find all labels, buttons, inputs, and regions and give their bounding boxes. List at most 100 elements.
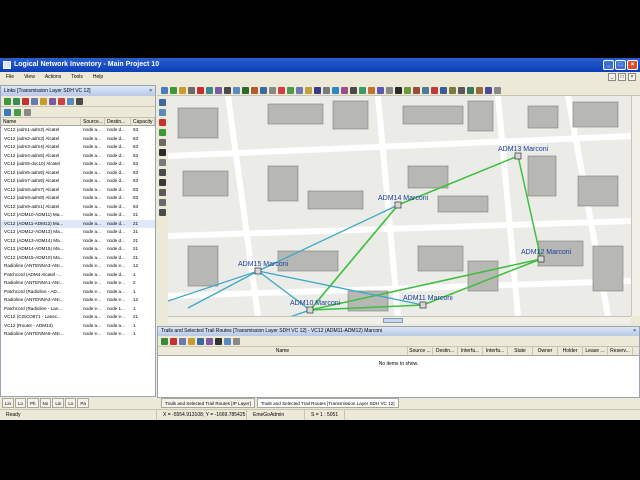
trail-filter-icon[interactable] <box>233 338 240 345</box>
tab-nodes[interactable]: No <box>39 398 52 408</box>
map-canvas[interactable]: ADM13 Marconi ADM14 Marconi ADM12 Marconi A… <box>168 96 631 316</box>
column-header-state[interactable]: State <box>508 347 533 355</box>
map-tool-icon[interactable] <box>440 87 447 94</box>
close-panel-icon[interactable]: × <box>633 327 636 336</box>
mdi-close-button[interactable]: × <box>628 73 636 81</box>
tab-physical[interactable]: Ph <box>27 398 39 408</box>
table-row[interactable]: VC12 (adm2-adm3) Alcatel node a... node d.… <box>1 135 155 144</box>
menu-tools[interactable]: Tools <box>71 72 83 83</box>
map-side-tool-icon[interactable] <box>159 209 166 216</box>
map-tool-icon[interactable] <box>314 87 321 94</box>
table-row[interactable]: Patchcord (Radioline - AD... node e... nod… <box>1 288 155 297</box>
node-icon[interactable] <box>394 201 402 209</box>
map-tool-icon[interactable] <box>269 87 276 94</box>
column-header-name[interactable]: Name <box>1 118 81 125</box>
map-tool-icon[interactable] <box>404 87 411 94</box>
table-row[interactable]: VC12 (CISCO871 - Lanec... node a... node e… <box>1 313 155 322</box>
map-side-tool-icon[interactable] <box>159 139 166 146</box>
maximize-button[interactable]: □ <box>615 60 626 70</box>
map-view[interactable]: ADM13 Marconi ADM14 Marconi ADM12 Marconi A… <box>168 96 631 316</box>
tab-logical[interactable]: Lo <box>15 398 27 408</box>
map-vertical-scrollbar[interactable] <box>631 96 640 316</box>
node-icon[interactable] <box>419 301 427 309</box>
map-tool-icon[interactable] <box>233 87 240 94</box>
tab-trails-ip[interactable]: Trails and Selected Trail Routes [IP Lay… <box>161 398 255 408</box>
trail-link-icon[interactable] <box>215 338 222 345</box>
new-link-icon[interactable] <box>4 98 11 105</box>
trail-group-icon[interactable] <box>206 338 213 345</box>
tab-patchcords[interactable]: Pa <box>77 398 89 408</box>
table-row[interactable]: VC12 (adm5-dxc10) Alcatel node a... node d… <box>1 160 155 169</box>
edit-icon[interactable] <box>40 98 47 105</box>
menu-view[interactable]: View <box>24 72 35 83</box>
map-side-tool-icon[interactable] <box>159 99 166 106</box>
trail-refresh-icon[interactable] <box>224 338 231 345</box>
map-tool-icon[interactable] <box>170 87 177 94</box>
copy-link-icon[interactable] <box>13 98 20 105</box>
map-tool-icon[interactable] <box>431 87 438 94</box>
column-header-source[interactable]: Source ... <box>408 347 433 355</box>
column-header-name[interactable]: Name <box>158 347 408 355</box>
trail-properties-icon[interactable] <box>179 338 186 345</box>
map-tool-icon[interactable] <box>323 87 330 94</box>
map-tool-icon[interactable] <box>350 87 357 94</box>
map-tool-icon[interactable] <box>458 87 465 94</box>
mdi-restore-button[interactable]: □ <box>618 73 626 81</box>
node-icon[interactable] <box>514 152 522 160</box>
menu-help[interactable]: Help <box>93 72 103 83</box>
route-icon[interactable] <box>49 98 56 105</box>
map-tool-icon[interactable] <box>260 87 267 94</box>
table-row[interactable]: VC12 (adm9-adm8) Alcatel node a... node d.… <box>1 194 155 203</box>
map-tool-icon[interactable] <box>287 87 294 94</box>
table-row[interactable]: VC12 (adm7-adm6) Alcatel node a... node d.… <box>1 177 155 186</box>
table-row[interactable]: Radioline (ANTENNA6-ANI... node e... node … <box>1 330 155 339</box>
table-row[interactable]: Radioline (ANTENNA3-ANI... node e... node … <box>1 262 155 271</box>
table-row[interactable]: Patchcord (Radioline - Lan... node e... no… <box>1 305 155 314</box>
map-tool-icon[interactable] <box>197 87 204 94</box>
tab-links-2[interactable]: Lin <box>52 398 65 408</box>
map-tool-icon[interactable] <box>305 87 312 94</box>
node-icon[interactable] <box>306 306 314 314</box>
map-side-tool-icon[interactable] <box>159 129 166 136</box>
map-tool-icon[interactable] <box>215 87 222 94</box>
delete-link-icon[interactable] <box>22 98 29 105</box>
column-header-source[interactable]: Source... <box>81 118 105 125</box>
map-tool-icon[interactable] <box>485 87 492 94</box>
map-tool-icon[interactable] <box>296 87 303 94</box>
map-tool-icon[interactable] <box>467 87 474 94</box>
column-header-holder[interactable]: Holder <box>558 347 583 355</box>
trail-route-icon[interactable] <box>197 338 204 345</box>
map-tool-icon[interactable] <box>395 87 402 94</box>
menu-actions[interactable]: Actions <box>45 72 61 83</box>
trail-add-icon[interactable] <box>161 338 168 345</box>
table-row[interactable]: Radioline (ANTENNA1-ANI... node e... node … <box>1 279 155 288</box>
map-tool-icon[interactable] <box>161 87 168 94</box>
table-row[interactable]: VC12 (ADM15-ADM10) Ma... node a... node d.… <box>1 254 155 263</box>
map-tool-icon[interactable] <box>242 87 249 94</box>
properties-icon[interactable] <box>31 98 38 105</box>
map-side-tool-icon[interactable] <box>159 149 166 156</box>
map-side-tool-icon[interactable] <box>159 109 166 116</box>
map-tool-icon[interactable] <box>188 87 195 94</box>
table-row[interactable]: VC12 (adm1-adm2) Alcatel node a... node d.… <box>1 126 155 135</box>
dropdown-icon[interactable] <box>24 109 31 116</box>
remove-icon[interactable] <box>58 98 65 105</box>
node-icon[interactable] <box>254 267 262 275</box>
map-tool-icon[interactable] <box>278 87 285 94</box>
table-row[interactable]: VC12 (ADM10-ADM11) Ma... node a... node d.… <box>1 211 155 220</box>
menu-file[interactable]: File <box>6 72 14 83</box>
map-side-tool-icon[interactable] <box>159 189 166 196</box>
map-tool-icon[interactable] <box>179 87 186 94</box>
table-row[interactable]: VC12 (adm4-adm5) Alcatel node a... node d.… <box>1 152 155 161</box>
filter-icon[interactable] <box>76 98 83 105</box>
map-tool-icon[interactable] <box>206 87 213 94</box>
table-row[interactable]: VC12 (ADM14-ADM15) Ma... node a... node d.… <box>1 245 155 254</box>
map-tool-icon[interactable] <box>377 87 384 94</box>
column-header-reserved[interactable]: Reserv... <box>608 347 633 355</box>
tab-links[interactable]: Lin <box>2 398 15 408</box>
table-row[interactable]: Radioline (ANTENNA2-ANI... node e... node … <box>1 296 155 305</box>
table-row[interactable]: VC12 (adm9-adm1) Alcatel node a... node d.… <box>1 203 155 212</box>
column-header-capacity[interactable]: Capacity <box>131 118 155 125</box>
table-row[interactable]: VC12 (ADM13-ADM14) Ma... node a... node d.… <box>1 237 155 246</box>
column-header-owner[interactable]: Owner <box>533 347 558 355</box>
